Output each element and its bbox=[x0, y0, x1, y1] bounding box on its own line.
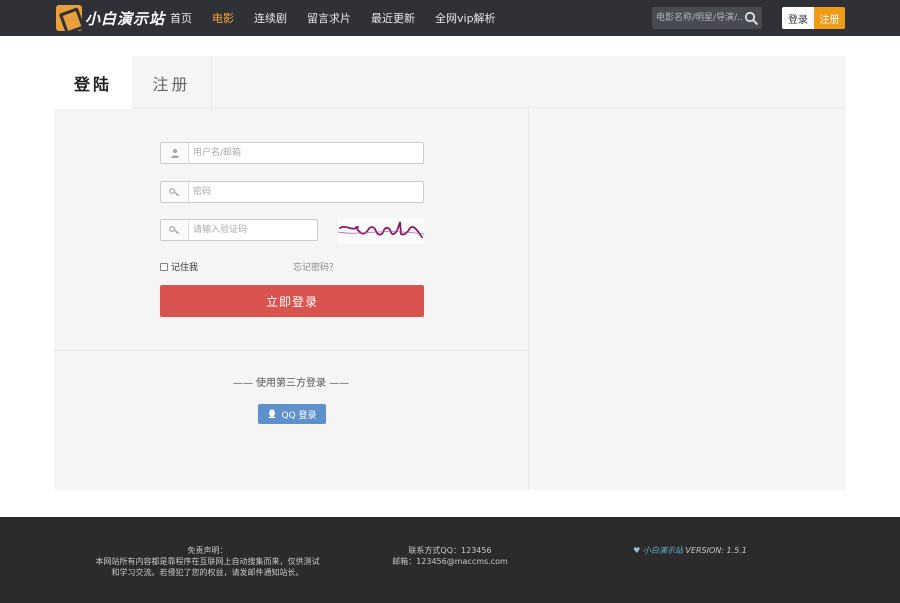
footer-disclaimer: 免责声明： 本网站所有内容都是靠程序在互联网上自动搜集而来，仅供测试 和学习交流… bbox=[80, 545, 335, 578]
site-footer: 免责声明： 本网站所有内容都是靠程序在互联网上自动搜集而来，仅供测试 和学习交流… bbox=[0, 517, 900, 603]
nav-item-movies[interactable]: 电影 bbox=[212, 10, 234, 26]
user-icon bbox=[161, 143, 189, 163]
username-input[interactable] bbox=[193, 145, 413, 161]
footer-contact: 联系方式QQ：123456 邮箱：123456@maccms.com bbox=[370, 545, 530, 567]
tab-register[interactable]: 注册 bbox=[132, 56, 212, 109]
nav-item-recent[interactable]: 最近更新 bbox=[371, 10, 415, 26]
logo-text: 小白演示站 bbox=[85, 9, 166, 28]
nav-item-requests[interactable]: 留言求片 bbox=[307, 10, 351, 26]
nav-item-home[interactable]: 首页 bbox=[170, 10, 192, 26]
login-submit-button[interactable]: 立即登录 bbox=[160, 285, 424, 317]
logo-pencil-icon bbox=[56, 5, 82, 31]
qq-icon bbox=[268, 409, 276, 418]
password-input[interactable] bbox=[193, 184, 413, 200]
contact-qq: 联系方式QQ：123456 bbox=[408, 546, 492, 555]
remember-me[interactable]: 记住我 bbox=[160, 260, 198, 273]
nav-item-series[interactable]: 连续剧 bbox=[254, 10, 287, 26]
section-divider bbox=[54, 350, 528, 351]
header-login-button[interactable]: 登录 bbox=[782, 7, 814, 29]
auth-tabs: 登陆 注册 bbox=[54, 56, 846, 109]
contact-email[interactable]: 邮箱：123456@maccms.com bbox=[370, 556, 530, 567]
login-card: 登陆 注册 记住我 忘记密码？ 立即登录 —— 使用第三方登录 —— bbox=[54, 56, 846, 490]
username-field bbox=[160, 142, 424, 164]
remember-label: 记住我 bbox=[171, 263, 199, 273]
captcha-image[interactable] bbox=[338, 218, 424, 244]
header-register-button[interactable]: 注册 bbox=[814, 7, 845, 29]
version-text: VERSION: 1.5.1 bbox=[685, 546, 747, 555]
third-party-title: —— 使用第三方登录 —— bbox=[232, 378, 350, 389]
captcha-field bbox=[160, 219, 318, 241]
site-logo[interactable]: 小白演示站 bbox=[56, 3, 165, 33]
disclaimer-title: 免责声明： bbox=[187, 546, 228, 555]
top-header: 小白演示站 首页 电影 连续剧 留言求片 最近更新 全网vip解析 登录 注册 bbox=[0, 0, 900, 36]
right-panel bbox=[528, 109, 846, 490]
nav-item-vip-parse[interactable]: 全网vip解析 bbox=[435, 10, 496, 26]
main-nav: 首页 电影 连续剧 留言求片 最近更新 全网vip解析 bbox=[170, 0, 516, 36]
captcha-input[interactable] bbox=[193, 222, 313, 238]
forgot-password-link[interactable]: 忘记密码？ bbox=[293, 260, 338, 273]
remember-checkbox[interactable] bbox=[160, 262, 168, 271]
footer-version: ♥ 小白演示站 VERSION: 1.5.1 bbox=[600, 545, 780, 556]
tab-login[interactable]: 登陆 bbox=[54, 56, 132, 109]
key-icon bbox=[161, 220, 189, 240]
disclaimer-line-1: 本网站所有内容都是靠程序在互联网上自动搜集而来，仅供测试 bbox=[95, 557, 320, 566]
key-icon bbox=[161, 182, 189, 202]
password-field bbox=[160, 181, 424, 203]
search-box bbox=[652, 7, 762, 29]
search-input[interactable] bbox=[656, 10, 742, 26]
heart-icon: ♥ bbox=[633, 546, 641, 555]
qq-login-button[interactable]: QQ 登录 bbox=[258, 404, 326, 424]
search-icon[interactable] bbox=[744, 11, 758, 25]
disclaimer-line-2: 和学习交流。若侵犯了您的权益，请发邮件通知站长。 bbox=[111, 568, 304, 577]
footer-brand[interactable]: 小白演示站 bbox=[643, 546, 683, 555]
qq-login-label: QQ 登录 bbox=[281, 410, 317, 421]
